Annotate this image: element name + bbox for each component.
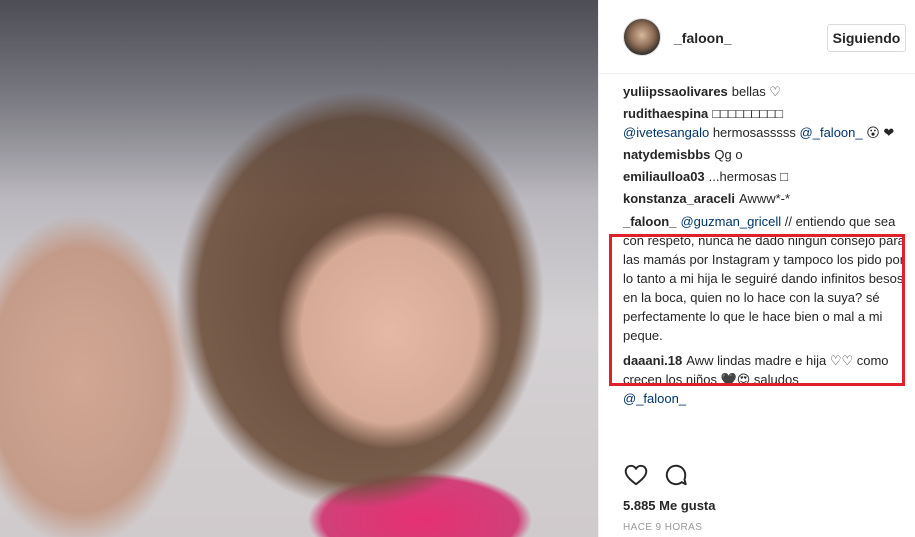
comment-mention[interactable]: @ivetesangalo [623, 125, 709, 140]
comment-text: Awww*-* [739, 191, 791, 206]
comment-item: rudithaespina □□□□□□□□□ @ivetesangalo her… [623, 104, 907, 142]
comment-item: emiliaulloa03 ...hermosas □ [623, 167, 907, 186]
comment-username[interactable]: daaani.18 [623, 353, 682, 368]
comment-text: 😮 ❤ [866, 125, 895, 140]
post-header: _faloon_ Siguiendo [599, 0, 915, 74]
comments-list: yuliipssaolivares bellas ♡ rudithaespina □… [623, 82, 907, 411]
comment-item: yuliipssaolivares bellas ♡ [623, 82, 907, 101]
comment-bubble-icon[interactable] [663, 462, 689, 488]
comment-mention[interactable]: @_faloon_ [800, 125, 863, 140]
comment-text: bellas ♡ [731, 84, 782, 99]
comment-text: Qg o [714, 147, 743, 162]
comment-text: □□□□□□□□□ [712, 106, 783, 121]
comment-username[interactable]: konstanza_araceli [623, 191, 735, 206]
comment-username[interactable]: yuliipssaolivares [623, 84, 728, 99]
comment-username[interactable]: emiliaulloa03 [623, 169, 705, 184]
comment-text: // entiendo que sea con respeto, nunca h… [623, 214, 905, 343]
comment-text: ...hermosas □ [708, 169, 789, 184]
comment-username[interactable]: _faloon_ [623, 214, 676, 229]
photo-shadow [0, 0, 598, 200]
comment-item-highlighted: _faloon_ @guzman_gricell // entiendo que … [623, 212, 907, 345]
post-timestamp[interactable]: HACE 9 HORAS [623, 522, 702, 533]
following-button[interactable]: Siguiendo [827, 24, 906, 52]
comment-item: daaani.18 Aww lindas madre e hija ♡♡ como… [623, 351, 907, 408]
comment-username[interactable]: rudithaespina [623, 106, 708, 121]
comment-item: natydemisbbs Qg o [623, 145, 907, 164]
comment-username[interactable]: natydemisbbs [623, 147, 710, 162]
post-photo [0, 0, 598, 537]
comment-item: konstanza_araceli Awww*-* [623, 189, 907, 208]
avatar[interactable] [623, 18, 661, 56]
comment-text: hermosasssss [712, 125, 796, 140]
comment-mention[interactable]: @guzman_gricell [680, 214, 781, 229]
post-actions [623, 462, 743, 490]
heart-icon[interactable] [623, 462, 649, 488]
likes-count[interactable]: 5.885 Me gusta [623, 498, 716, 513]
post-username[interactable]: _faloon_ [674, 30, 732, 46]
comment-mention[interactable]: @_faloon_ [623, 391, 686, 406]
post-side-panel: _faloon_ Siguiendo yuliipssaolivares bell… [598, 0, 915, 537]
